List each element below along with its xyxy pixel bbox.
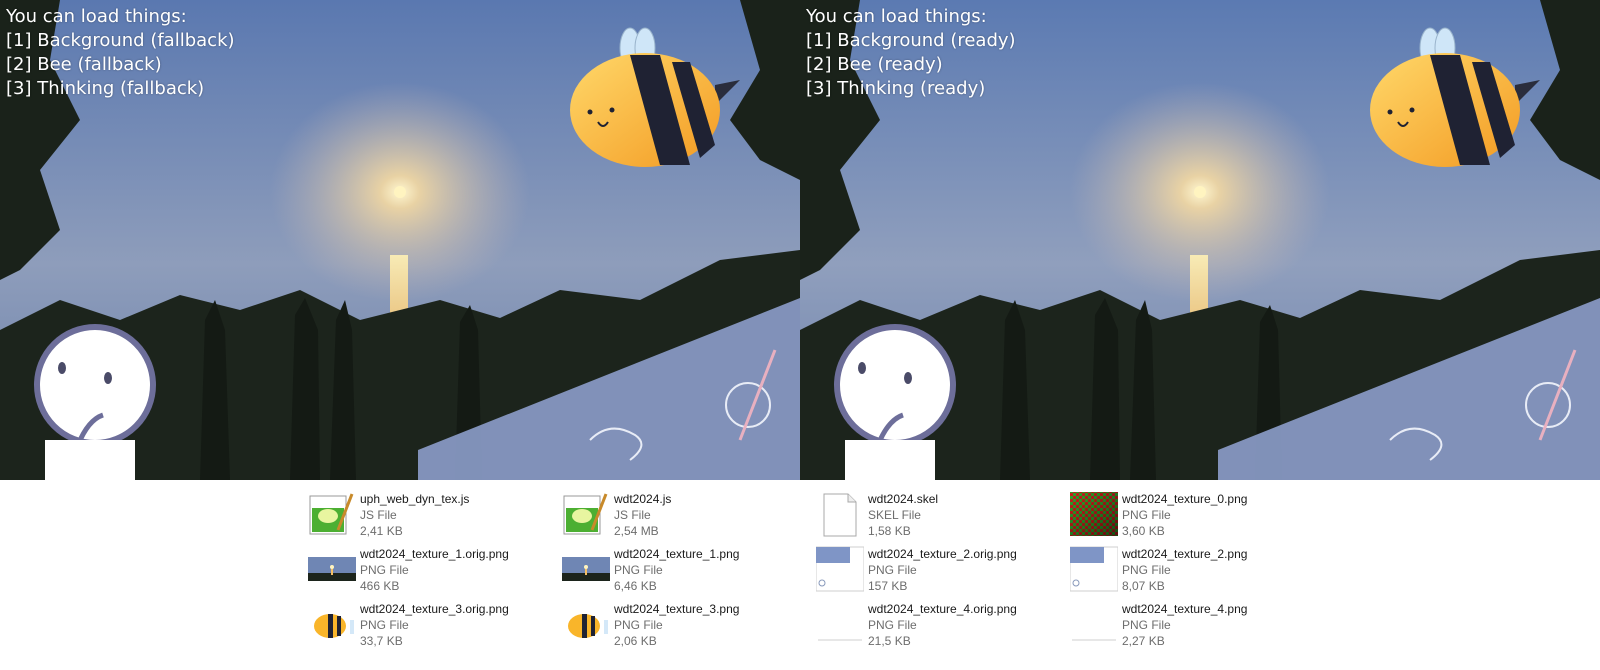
- load-option-bee[interactable]: [2] Bee (fallback): [6, 53, 235, 77]
- file-type: PNG File: [614, 563, 663, 577]
- file-name: wdt2024_texture_2.png: [1122, 547, 1248, 561]
- file-name: uph_web_dyn_tex.js: [360, 492, 470, 506]
- file-name: wdt2024_texture_4.png: [1122, 602, 1248, 616]
- checker-texture-thumbnail: [1070, 492, 1118, 536]
- file-item[interactable]: wdt2024_texture_0.png PNG File 3,60 KB: [1070, 488, 1310, 540]
- file-name: wdt2024_texture_2.orig.png: [868, 547, 1017, 561]
- file-size: 466 KB: [360, 579, 400, 593]
- sunset-thumbnail: [308, 557, 356, 581]
- load-options-title: You can load things:: [6, 6, 187, 27]
- file-size: 2,41 KB: [360, 524, 403, 538]
- file-size: 2,54 MB: [614, 524, 659, 538]
- file-item[interactable]: wdt2024_texture_2.png PNG File 8,07 KB: [1070, 543, 1310, 595]
- file-type: PNG File: [1122, 508, 1171, 522]
- file-type: PNG File: [868, 563, 917, 577]
- blank-texture-thumbnail: [817, 602, 863, 646]
- blank-file-icon: [823, 493, 857, 537]
- file-item[interactable]: wdt2024_texture_1.png PNG File 6,46 KB: [562, 543, 802, 595]
- file-item[interactable]: wdt2024_texture_3.png PNG File 2,06 KB: [562, 598, 802, 650]
- file-size: 8,07 KB: [1122, 579, 1165, 593]
- file-name: wdt2024_texture_1.orig.png: [360, 547, 509, 561]
- file-name: wdt2024_texture_1.png: [614, 547, 740, 561]
- file-size: 6,46 KB: [614, 579, 657, 593]
- load-option-background[interactable]: [1] Background (fallback): [6, 29, 235, 53]
- file-type: JS File: [360, 508, 397, 522]
- sketch-texture-thumbnail: [816, 546, 864, 592]
- blank-texture-thumbnail: [1071, 602, 1117, 646]
- load-options-text: You can load things: [1] Background (fal…: [6, 5, 235, 101]
- load-option-thinking[interactable]: [3] Thinking (fallback): [6, 77, 235, 101]
- file-item[interactable]: wdt2024_texture_1.orig.png PNG File 466 …: [308, 543, 548, 595]
- bee-thumbnail: [314, 614, 354, 638]
- file-type: PNG File: [1122, 563, 1171, 577]
- file-name: wdt2024_texture_0.png: [1122, 492, 1248, 506]
- right-demo-canvas: You can load things: [1] Background (rea…: [800, 0, 1600, 480]
- file-item[interactable]: wdt2024.skel SKEL File 1,58 KB: [816, 488, 1056, 540]
- file-type: JS File: [614, 508, 651, 522]
- load-options-text: You can load things: [1] Background (rea…: [806, 5, 1016, 101]
- sunset-thumbnail: [562, 557, 610, 581]
- file-name: wdt2024_texture_3.png: [614, 602, 740, 616]
- file-size: 1,58 KB: [868, 524, 911, 538]
- load-options-title: You can load things:: [806, 6, 987, 27]
- file-grid: uph_web_dyn_tex.js JS File 2,41 KB wdt20…: [0, 480, 1600, 670]
- file-item[interactable]: wdt2024_texture_2.orig.png PNG File 157 …: [816, 543, 1056, 595]
- load-option-thinking[interactable]: [3] Thinking (ready): [806, 77, 1016, 101]
- left-demo-canvas: You can load things: [1] Background (fal…: [0, 0, 800, 480]
- file-name: wdt2024_texture_4.orig.png: [868, 602, 1017, 616]
- file-type: PNG File: [360, 618, 409, 632]
- file-type: PNG File: [360, 563, 409, 577]
- file-type: PNG File: [1122, 618, 1171, 632]
- file-size: 2,27 KB: [1122, 634, 1165, 648]
- file-name: wdt2024_texture_3.orig.png: [360, 602, 509, 616]
- file-item[interactable]: uph_web_dyn_tex.js JS File 2,41 KB: [308, 488, 548, 540]
- file-type: PNG File: [614, 618, 663, 632]
- script-file-icon: [563, 493, 608, 535]
- file-size: 3,60 KB: [1122, 524, 1165, 538]
- file-item[interactable]: wdt2024_texture_4.orig.png PNG File 21,5…: [816, 598, 1056, 650]
- file-size: 33,7 KB: [360, 634, 403, 648]
- sketch-texture-thumbnail: [1070, 546, 1118, 592]
- file-name: wdt2024.js: [614, 492, 672, 506]
- file-size: 2,06 KB: [614, 634, 657, 648]
- bee-thumbnail: [568, 614, 608, 638]
- file-item[interactable]: wdt2024_texture_3.orig.png PNG File 33,7…: [308, 598, 548, 650]
- load-option-bee[interactable]: [2] Bee (ready): [806, 53, 1016, 77]
- file-type: SKEL File: [868, 508, 921, 522]
- file-type: PNG File: [868, 618, 917, 632]
- file-size: 157 KB: [868, 579, 908, 593]
- file-item[interactable]: wdt2024.js JS File 2,54 MB: [562, 488, 802, 540]
- script-file-icon: [309, 493, 354, 535]
- file-name: wdt2024.skel: [868, 492, 939, 506]
- file-item[interactable]: wdt2024_texture_4.png PNG File 2,27 KB: [1070, 598, 1310, 650]
- load-option-background[interactable]: [1] Background (ready): [806, 29, 1016, 53]
- file-size: 21,5 KB: [868, 634, 911, 648]
